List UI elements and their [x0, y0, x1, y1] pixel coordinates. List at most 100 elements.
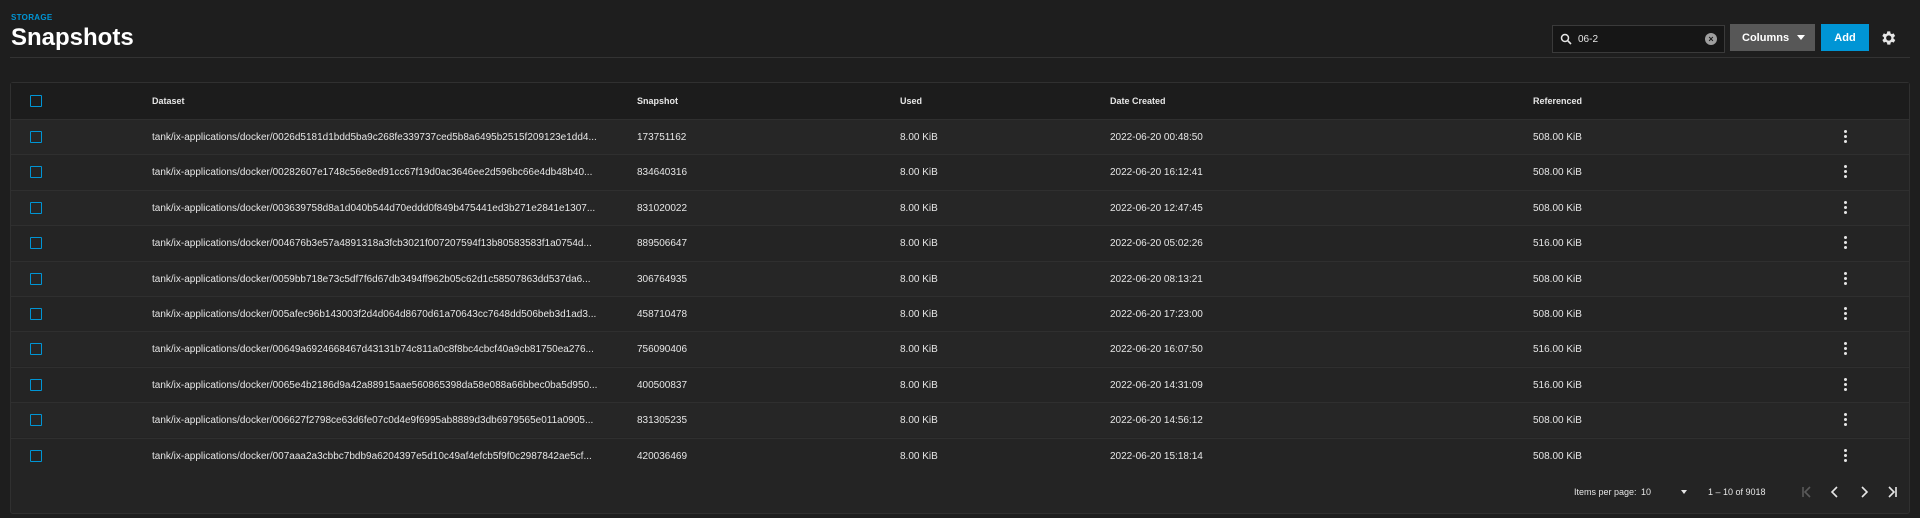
chevron-down-icon — [1681, 490, 1687, 494]
items-per-page-value: 10 — [1641, 487, 1652, 497]
cell-referenced: 516.00 KiB — [1533, 238, 1582, 250]
cell-referenced: 516.00 KiB — [1533, 379, 1582, 391]
cell-referenced: 508.00 KiB — [1533, 309, 1582, 320]
cell-snapshot: 831020022 — [637, 202, 688, 214]
cell-referenced: 508.00 KiB — [1533, 132, 1582, 143]
snapshots-page: STORAGE Snapshots × Columns Add Dataset … — [0, 0, 1920, 518]
cell-date-created: 2022-06-20 16:07:50 — [1110, 344, 1203, 356]
gear-icon[interactable] — [1879, 29, 1897, 47]
more-vert-icon[interactable] — [1842, 307, 1848, 321]
row-checkbox[interactable] — [30, 201, 42, 214]
row-checkbox[interactable] — [30, 237, 42, 250]
table-row[interactable]: tank/ix-applications/docker/006627f2798c… — [11, 402, 1909, 438]
table-row[interactable]: tank/ix-applications/docker/004676b3e57a… — [11, 225, 1909, 261]
table-row[interactable]: tank/ix-applications/docker/0026d5181d1b… — [11, 119, 1909, 154]
cell-used: 8.00 KiB — [900, 344, 938, 356]
cell-dataset: tank/ix-applications/docker/0026d5181d1b… — [152, 132, 597, 143]
add-button[interactable]: Add — [1821, 24, 1869, 51]
search-box[interactable]: × — [1552, 25, 1725, 53]
more-vert-icon[interactable] — [1842, 377, 1848, 392]
more-vert-icon[interactable] — [1842, 413, 1848, 427]
cell-dataset: tank/ix-applications/docker/004676b3e57a… — [152, 238, 592, 250]
cell-date-created: 2022-06-20 00:48:50 — [1110, 132, 1203, 143]
cell-referenced: 508.00 KiB — [1533, 415, 1582, 427]
cell-dataset: tank/ix-applications/docker/005afec96b14… — [152, 309, 597, 320]
row-checkbox[interactable] — [30, 166, 42, 179]
paginator: Items per page: 10 1 – 10 of 9018 — [11, 473, 1909, 513]
cell-dataset: tank/ix-applications/docker/00282607e174… — [152, 167, 593, 179]
table-row[interactable]: tank/ix-applications/docker/00282607e174… — [11, 154, 1909, 190]
cell-dataset: tank/ix-applications/docker/0059bb718e73… — [152, 273, 591, 285]
row-checkbox[interactable] — [30, 272, 42, 285]
table-row[interactable]: tank/ix-applications/docker/005afec96b14… — [11, 296, 1909, 331]
table-row[interactable]: tank/ix-applications/docker/0059bb718e73… — [11, 260, 1909, 296]
prev-page-icon[interactable] — [1827, 484, 1843, 500]
cell-date-created: 2022-06-20 12:47:45 — [1110, 202, 1203, 214]
cell-snapshot: 834640316 — [637, 167, 688, 179]
search-icon — [1560, 33, 1572, 45]
table-row[interactable]: tank/ix-applications/docker/007aaa2a3cbb… — [11, 437, 1909, 473]
more-vert-icon[interactable] — [1842, 271, 1848, 286]
cell-date-created: 2022-06-20 05:02:26 — [1110, 238, 1203, 250]
cell-date-created: 2022-06-20 17:23:00 — [1110, 309, 1203, 320]
next-page-icon[interactable] — [1856, 484, 1872, 500]
page-range-label: 1 – 10 of 9018 — [1708, 487, 1766, 497]
cell-dataset: tank/ix-applications/docker/003639758d8a… — [152, 202, 596, 214]
table-row[interactable]: tank/ix-applications/docker/003639758d8a… — [11, 189, 1909, 225]
cell-used: 8.00 KiB — [900, 132, 938, 143]
table-row[interactable]: tank/ix-applications/docker/00649a692466… — [11, 331, 1909, 367]
last-page-icon[interactable] — [1884, 484, 1900, 500]
cell-date-created: 2022-06-20 16:12:41 — [1110, 167, 1203, 179]
more-vert-icon[interactable] — [1842, 130, 1848, 144]
more-vert-icon[interactable] — [1842, 236, 1848, 250]
cell-referenced: 508.00 KiB — [1533, 167, 1582, 179]
cell-used: 8.00 KiB — [900, 238, 938, 250]
cell-used: 8.00 KiB — [900, 202, 938, 214]
cell-dataset: tank/ix-applications/docker/007aaa2a3cbb… — [152, 450, 592, 462]
more-vert-icon[interactable] — [1842, 165, 1848, 179]
search-input[interactable] — [1578, 30, 1698, 48]
more-vert-icon[interactable] — [1842, 448, 1848, 463]
row-checkbox[interactable] — [30, 414, 42, 427]
row-checkbox[interactable] — [30, 449, 42, 462]
cell-used: 8.00 KiB — [900, 309, 938, 320]
row-checkbox[interactable] — [30, 131, 42, 143]
column-header-referenced[interactable]: Referenced — [1533, 96, 1582, 106]
cell-date-created: 2022-06-20 14:31:09 — [1110, 379, 1203, 391]
breadcrumb[interactable]: STORAGE — [11, 13, 53, 22]
items-per-page-select[interactable]: 10 — [1641, 487, 1687, 499]
more-vert-icon[interactable] — [1842, 200, 1848, 215]
page-header: STORAGE Snapshots × Columns Add — [0, 0, 1920, 58]
cell-snapshot: 458710478 — [637, 309, 688, 320]
cell-snapshot: 420036469 — [637, 450, 688, 462]
columns-button[interactable]: Columns — [1730, 24, 1815, 51]
cell-referenced: 508.00 KiB — [1533, 273, 1582, 285]
more-vert-icon[interactable] — [1842, 342, 1848, 356]
cell-dataset: tank/ix-applications/docker/0065e4b2186d… — [152, 379, 598, 391]
cell-snapshot: 756090406 — [637, 344, 688, 356]
cell-used: 8.00 KiB — [900, 450, 938, 462]
snapshots-table: Dataset Snapshot Used Date Created Refer… — [10, 82, 1910, 514]
cell-snapshot: 400500837 — [637, 379, 688, 391]
clear-icon[interactable]: × — [1705, 33, 1717, 45]
cell-referenced: 508.00 KiB — [1533, 202, 1582, 214]
cell-referenced: 516.00 KiB — [1533, 344, 1582, 356]
column-header-used[interactable]: Used — [900, 96, 922, 106]
select-all-checkbox[interactable] — [30, 95, 42, 107]
cell-snapshot: 306764935 — [637, 273, 688, 285]
table-row[interactable]: tank/ix-applications/docker/0065e4b2186d… — [11, 366, 1909, 402]
chevron-down-icon — [1797, 35, 1805, 40]
column-header-dataset[interactable]: Dataset — [152, 96, 185, 106]
items-per-page-label: Items per page: — [1574, 487, 1637, 497]
columns-button-label: Columns — [1742, 31, 1790, 44]
first-page-icon[interactable] — [1799, 484, 1815, 500]
row-checkbox[interactable] — [30, 343, 42, 356]
row-checkbox[interactable] — [30, 308, 42, 320]
cell-date-created: 2022-06-20 08:13:21 — [1110, 273, 1203, 285]
page-title: Snapshots — [11, 24, 134, 51]
column-header-snapshot[interactable]: Snapshot — [637, 96, 678, 106]
column-header-date-created[interactable]: Date Created — [1110, 96, 1166, 106]
cell-snapshot: 173751162 — [637, 132, 687, 143]
cell-snapshot: 831305235 — [637, 415, 688, 427]
row-checkbox[interactable] — [30, 378, 42, 391]
